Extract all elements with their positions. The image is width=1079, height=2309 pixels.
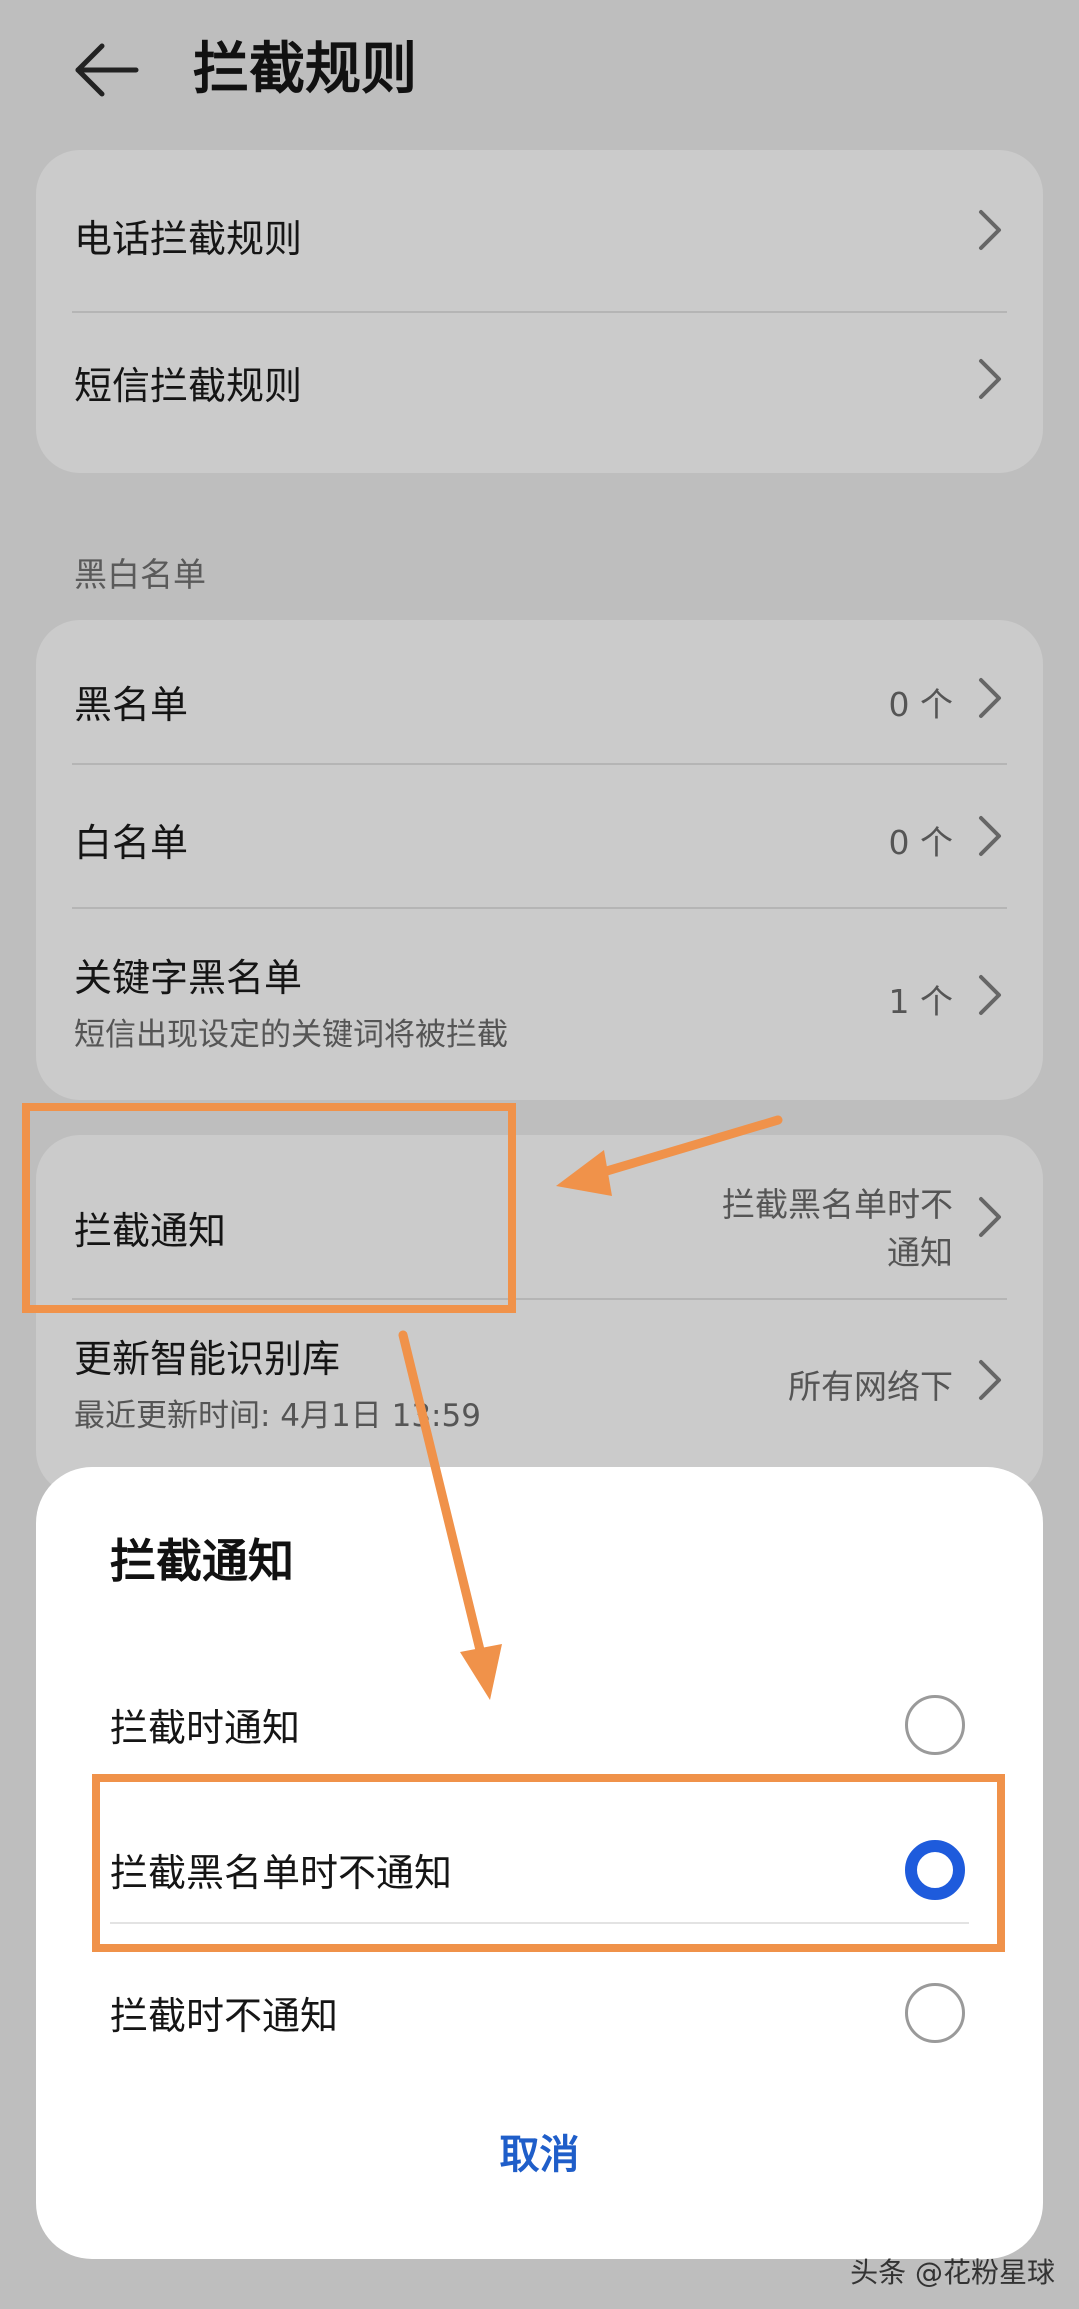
chevron-right-icon xyxy=(979,975,1001,1015)
list-item-blacklist[interactable]: 黑名单 0 个 xyxy=(36,620,1043,763)
watermark: 头条 @花粉星球 xyxy=(850,2256,1055,2289)
chevron-right-icon xyxy=(979,678,1001,718)
setting-value-line: 通知 xyxy=(887,1233,953,1272)
back-button[interactable] xyxy=(70,30,150,110)
chevron-right-icon xyxy=(979,1360,1001,1400)
list-item-count: 1 个 xyxy=(888,982,954,1021)
dialog-title: 拦截通知 xyxy=(110,1534,294,1588)
list-item-count: 0 个 xyxy=(888,823,954,862)
section-label-lists: 黑白名单 xyxy=(74,555,206,594)
setting-item-update-library[interactable]: 更新智能识别库 最近更新时间: 4月1日 13:59 所有网络下 xyxy=(36,1300,1043,1495)
rule-item-phone[interactable]: 电话拦截规则 xyxy=(36,150,1043,311)
radio-unselected-icon[interactable] xyxy=(905,1983,965,2043)
chevron-right-icon xyxy=(979,359,1001,399)
cancel-button[interactable]: 取消 xyxy=(36,2122,1043,2180)
list-item-keyword-blacklist[interactable]: 关键字黑名单 短信出现设定的关键词将被拦截 1 个 xyxy=(36,909,1043,1100)
setting-item-value: 拦截黑名单时不 通知 xyxy=(722,1181,953,1277)
setting-item-label: 更新智能识别库 xyxy=(74,1337,341,1381)
list-item-label: 白名单 xyxy=(74,821,189,865)
option-label: 拦截时通知 xyxy=(110,1706,301,1750)
page-title: 拦截规则 xyxy=(193,37,417,102)
rule-item-sms[interactable]: 短信拦截规则 xyxy=(36,313,1043,473)
dialog-option-notify[interactable]: 拦截时通知 xyxy=(36,1657,1043,1787)
radio-unselected-icon[interactable] xyxy=(905,1695,965,1755)
rule-item-label: 短信拦截规则 xyxy=(74,364,303,408)
setting-value-line: 拦截黑名单时不 xyxy=(722,1185,953,1224)
back-arrow-icon xyxy=(75,43,139,97)
list-item-whitelist[interactable]: 白名单 0 个 xyxy=(36,765,1043,907)
dialog-option-no-notify[interactable]: 拦截时不通知 xyxy=(36,1945,1043,2075)
rule-item-label: 电话拦截规则 xyxy=(74,217,303,261)
list-item-label: 关键字黑名单 xyxy=(74,956,303,1000)
rules-card: 电话拦截规则 短信拦截规则 xyxy=(36,150,1043,473)
annotation-box-intercept-notify xyxy=(22,1103,516,1313)
setting-item-sublabel: 最近更新时间: 4月1日 13:59 xyxy=(74,1398,481,1434)
option-label: 拦截时不通知 xyxy=(110,1994,339,2038)
list-item-count: 0 个 xyxy=(888,685,954,724)
chevron-right-icon xyxy=(979,816,1001,856)
lists-card: 黑名单 0 个 白名单 0 个 关键字黑名单 短信出现设定的关键词将被拦截 1 … xyxy=(36,620,1043,1100)
annotation-box-selected-option xyxy=(92,1774,1005,1952)
list-item-sublabel: 短信出现设定的关键词将被拦截 xyxy=(74,1017,508,1053)
list-item-label: 黑名单 xyxy=(74,683,189,727)
chevron-right-icon xyxy=(979,1197,1001,1237)
setting-item-value: 所有网络下 xyxy=(788,1367,953,1406)
chevron-right-icon xyxy=(979,210,1001,250)
